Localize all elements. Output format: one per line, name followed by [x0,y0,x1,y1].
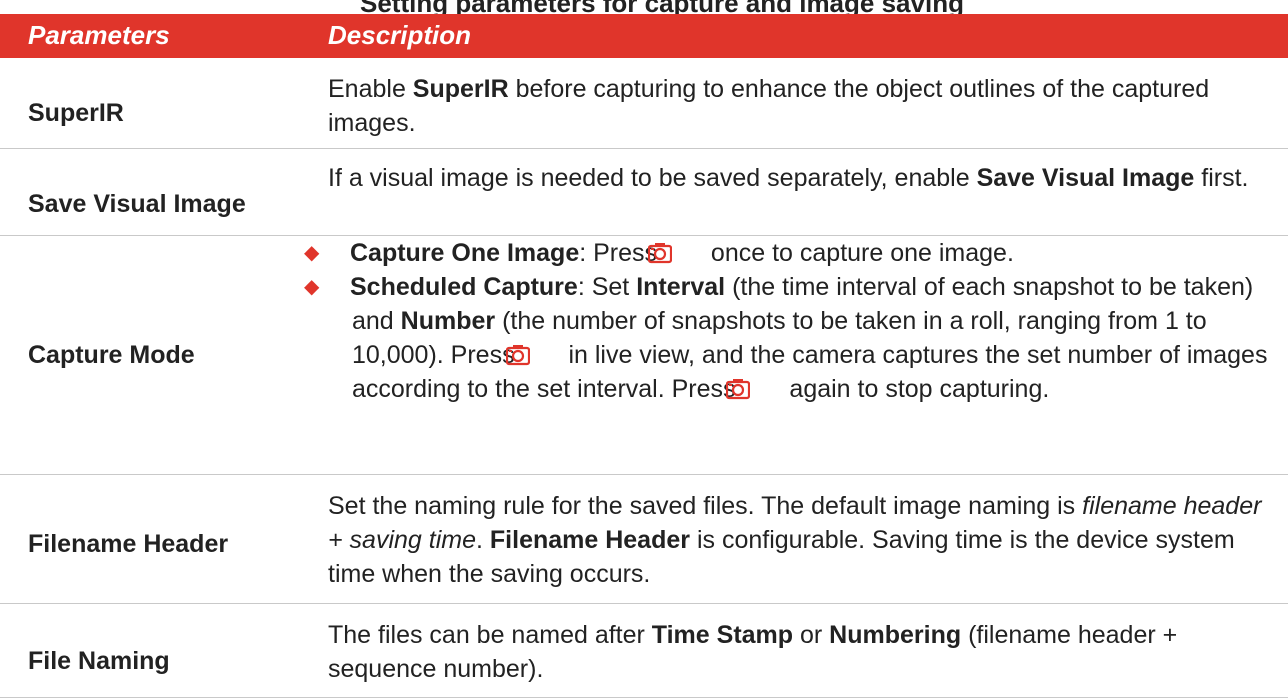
table-row: Save Visual Image If a visual image is n… [0,149,1288,236]
desc-capture-mode: ◆ Capture One Image: Press once to captur… [304,236,1268,406]
list-item: ◆ Scheduled Capture: Set Interval (the ti… [304,270,1268,406]
table-row: Filename Header Set the naming rule for … [0,475,1288,604]
desc-text: . [476,526,490,554]
table-row: File Naming The files can be named after… [0,604,1288,698]
param-filename-header: Filename Header [28,530,229,558]
desc-text: once to capture one image. [703,239,1014,267]
table-caption-cropped: Setting parameters for capture and image… [0,0,1288,14]
param-superir: SuperIR [28,99,124,127]
camera-icon [726,375,774,400]
table-caption: Setting parameters for capture and image… [360,0,964,14]
desc-text: Set the naming rule for the saved files.… [328,492,1083,520]
desc-text: first. [1194,164,1249,192]
desc-bold: Interval [636,273,726,301]
desc-bold: Number [400,307,496,335]
camera-icon [505,341,554,366]
param-save-visual-image: Save Visual Image [28,190,246,218]
desc-bold: Filename Header [489,526,690,554]
table-row: Capture Mode ◆ Capture One Image: Press o… [0,236,1288,475]
desc-filename-header: Set the naming rule for the saved files.… [328,489,1268,591]
desc-bold: Capture One Image [350,239,580,267]
desc-bold: Numbering [829,621,962,649]
desc-text: The files can be named after [328,621,652,649]
param-capture-mode: Capture Mode [28,341,195,369]
document-page: Setting parameters for capture and image… [0,0,1288,698]
desc-bold: Save Visual Image [976,164,1195,192]
desc-text: or [793,621,830,649]
desc-text: Enable [328,75,413,103]
desc-superir: Enable SuperIR before capturing to enhan… [328,72,1268,140]
table-row: SuperIR Enable SuperIR before capturing … [0,58,1288,149]
desc-text: If a visual image is needed to be saved … [328,164,977,192]
desc-bold: Time Stamp [651,621,794,649]
table-header: Parameters Description [0,14,1288,58]
header-description: Description [328,20,472,50]
list-item: ◆ Capture One Image: Press once to captur… [304,236,1268,270]
diamond-bullet-icon: ◆ [304,276,320,298]
desc-bold: Scheduled Capture [350,273,578,301]
desc-bold: SuperIR [412,75,509,103]
desc-text: : Set [577,273,637,301]
camera-icon [647,239,696,264]
diamond-bullet-icon: ◆ [304,242,320,264]
header-parameters: Parameters [28,20,170,50]
desc-file-naming: The files can be named after Time Stamp … [328,618,1268,686]
desc-save-visual-image: If a visual image is needed to be saved … [328,161,1268,195]
param-file-naming: File Naming [28,647,170,675]
desc-text: again to stop capturing. [782,375,1050,403]
